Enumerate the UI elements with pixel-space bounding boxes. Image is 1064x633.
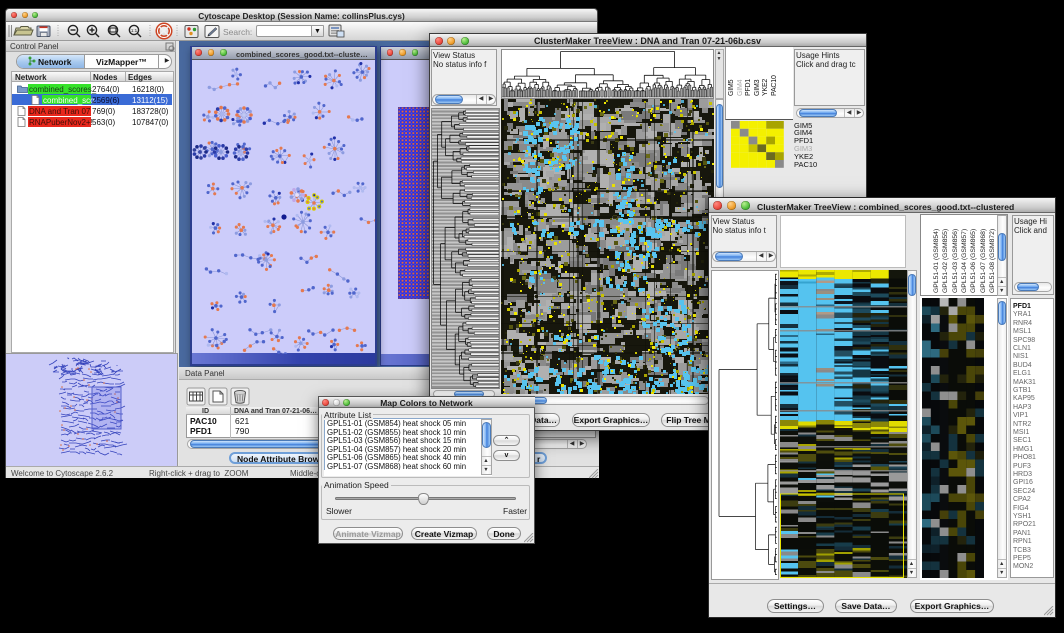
svg-text:1:1: 1:1 [131, 28, 138, 33]
